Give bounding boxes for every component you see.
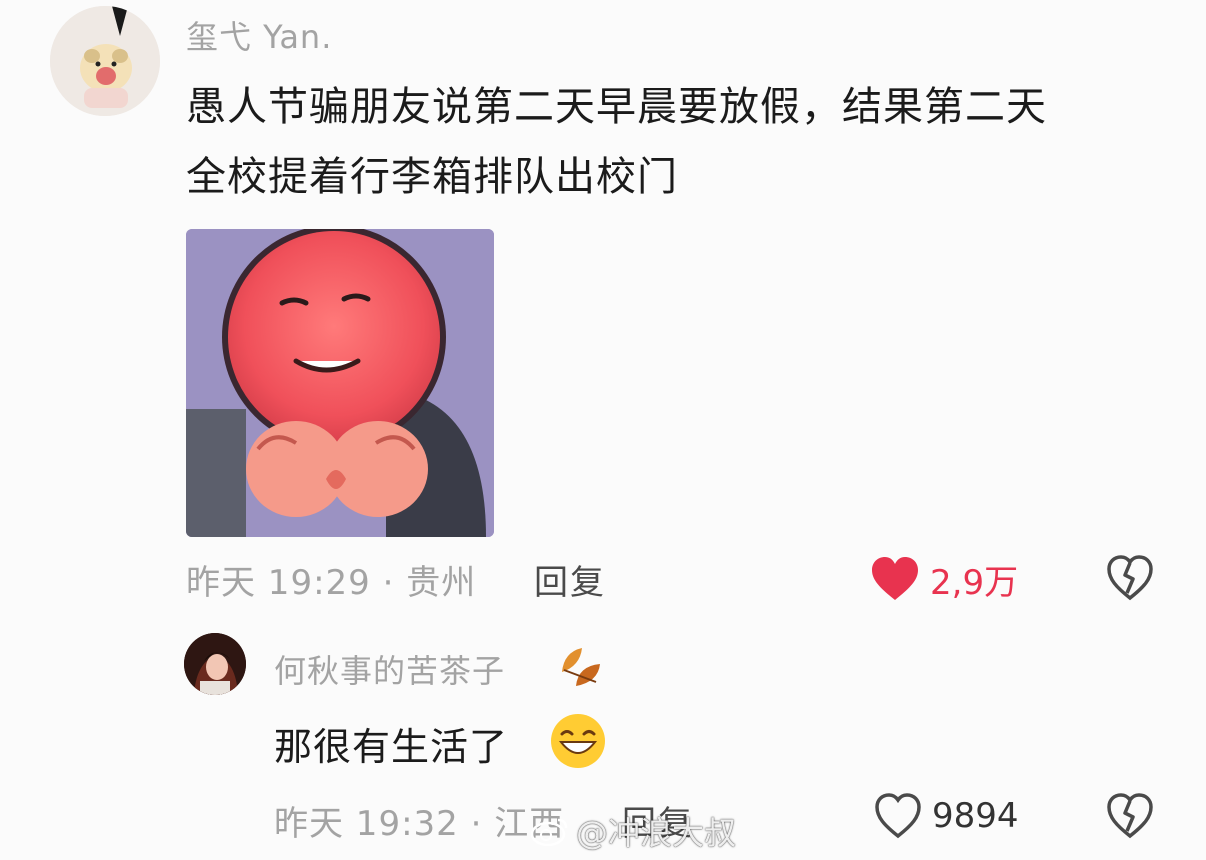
broken-heart-icon[interactable] [1106,793,1154,839]
like-count: 9894 [932,796,1019,836]
avatar[interactable] [50,6,160,116]
heart-filled-icon[interactable] [870,556,920,602]
sticker-image[interactable] [186,229,494,537]
watermark: @冲浪大叔 [530,808,736,854]
like-count: 2,9万 [930,563,1019,603]
reply-button[interactable]: 回复 [534,555,606,604]
comment-meta: 昨天 19:29 · 贵州 [186,563,477,603]
comment-text-line1: 愚人节骗朋友说第二天早晨要放假，结果第二天 [186,84,1047,130]
grin-emoji-icon [548,712,608,770]
leaf-icon [556,642,606,690]
comment-text-line2: 全校提着行李箱排队出校门 [186,154,678,200]
weibo-logo-icon [530,816,570,854]
watermark-text: @冲浪大叔 [576,814,737,852]
reply-meta: 昨天 19:32 · 江西 [274,804,565,844]
reply-text: 那很有生活了 [274,725,509,769]
heart-outline-icon[interactable] [874,793,922,839]
avatar[interactable] [184,633,246,695]
comment-username[interactable]: 玺弋 Yan. [186,12,332,58]
reply-username[interactable]: 何秋事的苦茶子 [274,646,505,692]
broken-heart-icon[interactable] [1106,555,1154,601]
